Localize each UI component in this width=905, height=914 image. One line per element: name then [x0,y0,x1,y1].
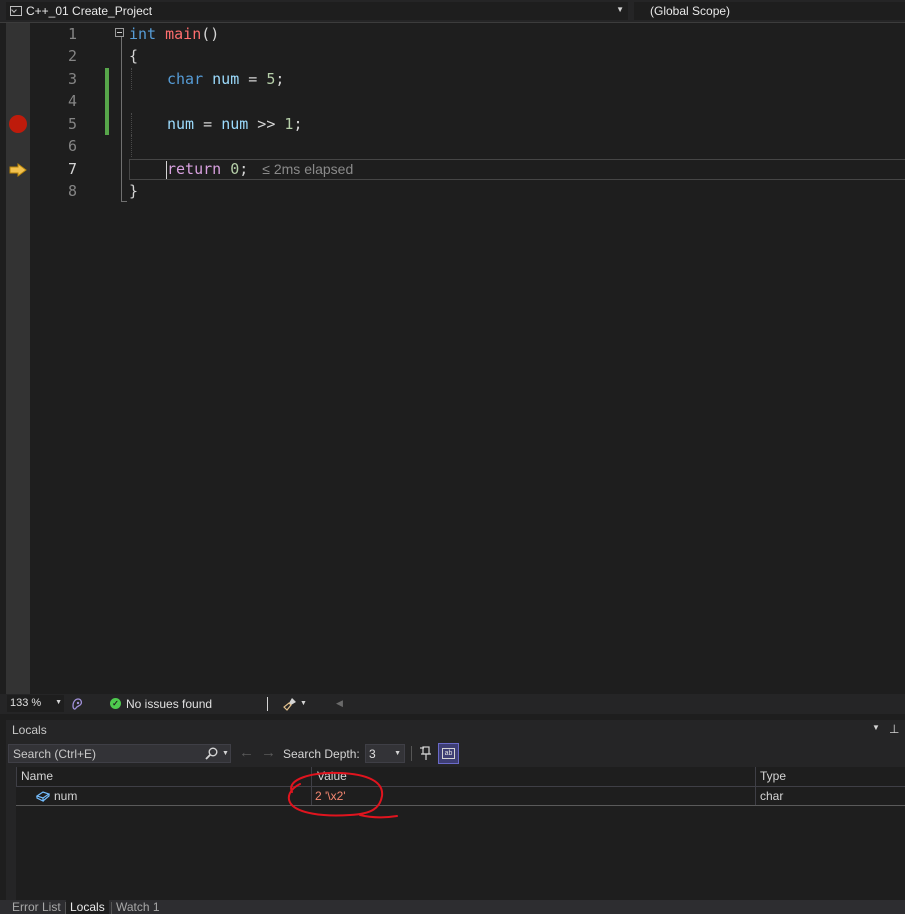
search-next-icon[interactable]: → [261,744,276,761]
divider [267,697,268,711]
check-circle-icon: ✓ [110,698,121,709]
execution-pointer-arrow-icon[interactable] [9,163,27,177]
code-line-2[interactable]: { [129,45,138,67]
editor-status-bar: 133 % ▼ ✓ No issues found ▼ ◀ [0,694,905,714]
cpp-project-icon [10,6,22,16]
column-type-header[interactable]: Type [760,769,786,783]
breakpoint-icon[interactable] [9,115,27,133]
chevron-down-icon: ▼ [394,750,401,757]
line-number: 5 [67,115,77,133]
column-value-header[interactable]: Value [317,769,347,783]
code-line-7[interactable]: return 0; ≤ 2ms elapsed [167,158,353,180]
local-variable-icon [36,791,50,802]
project-dropdown[interactable]: C++_01 Create_Project ▼ [6,2,628,20]
column-divider[interactable] [311,767,312,786]
changed-lines-indicator [105,68,109,135]
line-number: 3 [67,70,77,88]
column-divider [311,787,312,805]
zoom-level: 133 % [10,697,42,709]
code-line-3[interactable]: char num = 5; [167,68,284,90]
line-number: 6 [67,137,77,155]
pin-icon[interactable]: ⊥ [889,722,899,736]
fold-guide [121,37,122,202]
code-line-8[interactable]: } [129,180,138,202]
search-icon[interactable] [205,747,218,760]
search-depth-label: Search Depth: [283,747,360,761]
search-input[interactable]: Search (Ctrl+E) ▼ [8,744,231,763]
search-previous-icon[interactable]: ← [239,744,254,761]
scope-dropdown[interactable]: (Global Scope) [634,2,905,20]
window-menu-icon[interactable]: ▼ [872,723,880,732]
chevron-down-icon: ▼ [55,699,62,706]
scroll-left-arrow-icon[interactable]: ◀ [336,698,343,709]
pin-source-icon[interactable] [418,745,434,761]
variable-type: char [760,789,784,803]
variable-name: num [54,789,78,803]
issues-status[interactable]: No issues found [126,697,212,711]
code-editor[interactable]: 1 2 3 4 5 6 7 8 int main() { char num = … [0,23,905,694]
collapse-toggle-icon[interactable] [115,28,124,37]
search-depth-select[interactable]: 3 ▼ [365,744,405,763]
text-caret [166,161,167,179]
perf-tip[interactable]: ≤ 2ms elapsed [262,161,353,177]
table-row[interactable]: num 2 '\x2' char [16,787,905,806]
tab-locals[interactable]: Locals [66,900,109,914]
tab-watch-1[interactable]: Watch 1 [116,900,160,914]
column-divider [755,787,756,805]
variable-value[interactable]: 2 '\x2' [315,789,346,803]
line-number: 8 [67,182,77,200]
line-number: 2 [67,47,77,65]
divider [411,746,412,761]
hexadecimal-display-toggle[interactable]: ab [438,743,459,764]
indent-guide [131,113,132,135]
chevron-down-icon[interactable]: ▼ [222,750,229,757]
chevron-down-icon: ▼ [616,5,624,14]
code-cleanup-brush-icon[interactable] [283,697,297,711]
locals-panel: Locals ▼ ⊥ Search (Ctrl+E) ▼ ← → Search … [6,720,905,900]
search-depth-value: 3 [369,747,376,761]
line-number-current: 7 [67,160,77,178]
divider [111,902,112,914]
tab-error-list[interactable]: Error List [12,900,61,914]
line-number: 1 [67,25,77,43]
editor-navigation-bar: C++_01 Create_Project ▼ (Global Scope) [0,0,905,23]
copilot-icon[interactable] [70,697,84,711]
hex-icon: ab [442,748,455,759]
locals-grid-empty-area [16,806,905,900]
chevron-down-icon[interactable]: ▼ [300,700,307,707]
fold-guide-end [121,201,127,202]
column-divider[interactable] [755,767,756,786]
scope-name: (Global Scope) [650,4,731,18]
search-placeholder: Search (Ctrl+E) [13,747,97,761]
project-name: C++_01 Create_Project [26,4,153,18]
indent-guide [131,135,132,157]
code-line-5[interactable]: num = num >> 1; [167,113,302,135]
indent-guide [131,68,132,90]
column-name-header[interactable]: Name [21,769,53,783]
code-line-1[interactable]: int main() [129,23,219,45]
panel-title: Locals [12,723,47,737]
zoom-dropdown[interactable]: 133 % ▼ [7,695,64,712]
tool-window-tabs: Error List Locals Watch 1 [0,900,905,914]
locals-grid-header: Name Value Type [16,767,905,787]
column-divider[interactable] [16,767,17,786]
line-number: 4 [67,92,77,110]
